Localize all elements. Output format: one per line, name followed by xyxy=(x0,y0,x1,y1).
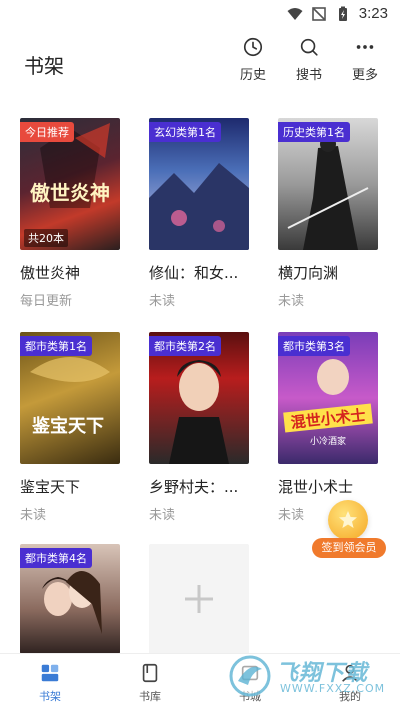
plus-icon xyxy=(185,585,213,613)
watermark-url: WWW.FXXZ.COM xyxy=(280,682,386,695)
clock-icon xyxy=(243,37,263,57)
nav-library-label: 书库 xyxy=(139,689,161,703)
add-book-button[interactable] xyxy=(149,544,249,654)
book-status: 未读 xyxy=(149,294,176,309)
nav-bookshelf-label: 书架 xyxy=(39,689,61,703)
book-title: 傲世炎神 xyxy=(20,264,81,282)
book-badge: 都市类第2名 xyxy=(149,336,221,356)
bookshelf-icon xyxy=(41,664,59,681)
book-status: 未读 xyxy=(20,508,47,523)
status-time: 3:23 xyxy=(358,5,388,22)
book-badge: 都市类第3名 xyxy=(278,336,350,356)
header: 书架 历史 搜书 更多 xyxy=(0,28,400,90)
book-badge: 玄幻类第1名 xyxy=(149,122,221,142)
cover-title: 鉴宝天下 xyxy=(31,415,104,437)
history-button[interactable]: 历史 xyxy=(236,36,270,83)
book-title: 鉴宝天下 xyxy=(20,478,81,496)
book-cover: 都市类第4名 xyxy=(20,544,120,654)
book-item[interactable]: 鉴宝天下 都市类第1名 鉴宝天下 未读 xyxy=(20,332,122,523)
book-item[interactable]: 玄幻类第1名 修仙：和女... 未读 xyxy=(149,118,251,309)
page-title: 书架 xyxy=(24,54,64,78)
book-item[interactable]: 都市类第4名 xyxy=(20,544,122,654)
more-label: 更多 xyxy=(351,68,378,83)
history-label: 历史 xyxy=(239,68,266,83)
nav-library[interactable]: 书库 xyxy=(100,654,200,711)
search-button[interactable]: 搜书 xyxy=(292,36,326,83)
book-cover: 鉴宝天下 都市类第1名 xyxy=(20,332,120,464)
book-cover: 玄幻类第1名 xyxy=(149,118,249,250)
book-title: 修仙：和女... xyxy=(149,264,239,282)
book-title: 混世小术士 xyxy=(278,478,354,496)
signin-label: 签到领会员 xyxy=(312,538,386,558)
book-badge: 都市类第4名 xyxy=(20,548,92,568)
no-signal-icon xyxy=(311,6,326,21)
library-icon xyxy=(142,663,158,682)
toolbar: 历史 搜书 更多 xyxy=(236,36,382,83)
watermark: 飞翔下载 WWW.FXXZ.COM xyxy=(228,655,390,697)
book-item[interactable]: 傲世炎神 今日推荐 共20本 傲世炎神 每日更新 xyxy=(20,118,122,309)
book-item[interactable]: 混世小术士 小冷酒家 都市类第3名 混世小术士 未读 xyxy=(278,332,380,523)
book-item[interactable]: 都市类第2名 乡野村夫：... 未读 xyxy=(149,332,251,523)
book-badge: 今日推荐 xyxy=(20,122,74,142)
star-icon xyxy=(339,511,357,528)
signin-float-button[interactable]: 签到领会员 xyxy=(312,500,386,562)
book-title: 乡野村夫：... xyxy=(149,478,239,496)
search-icon xyxy=(300,38,318,56)
wifi-icon xyxy=(287,7,303,20)
nav-bookshelf[interactable]: 书架 xyxy=(0,654,100,711)
book-title: 横刀向渊 xyxy=(278,264,339,282)
book-status: 每日更新 xyxy=(20,294,73,309)
book-item[interactable]: 历史类第1名 横刀向渊 未读 xyxy=(278,118,380,309)
book-badge: 都市类第1名 xyxy=(20,336,92,356)
book-badge: 历史类第1名 xyxy=(278,122,350,142)
cover-title: 混世小术士 xyxy=(290,406,366,432)
more-icon xyxy=(356,45,374,49)
book-status: 未读 xyxy=(149,508,176,523)
cover-title: 傲世炎神 xyxy=(30,181,110,205)
book-status: 未读 xyxy=(278,294,305,309)
battery-icon xyxy=(338,6,347,21)
book-count: 共20本 xyxy=(24,229,68,247)
search-label: 搜书 xyxy=(295,68,322,83)
cover-subtitle: 小冷酒家 xyxy=(310,435,346,447)
watermark-logo xyxy=(229,655,271,697)
more-button[interactable]: 更多 xyxy=(348,36,382,83)
status-bar: 3:23 xyxy=(0,0,400,28)
book-cover: 都市类第2名 xyxy=(149,332,249,464)
book-cover: 历史类第1名 xyxy=(278,118,378,250)
book-cover: 混世小术士 小冷酒家 都市类第3名 xyxy=(278,332,378,464)
book-cover: 傲世炎神 今日推荐 共20本 xyxy=(20,118,120,250)
coin-icon xyxy=(328,500,368,540)
